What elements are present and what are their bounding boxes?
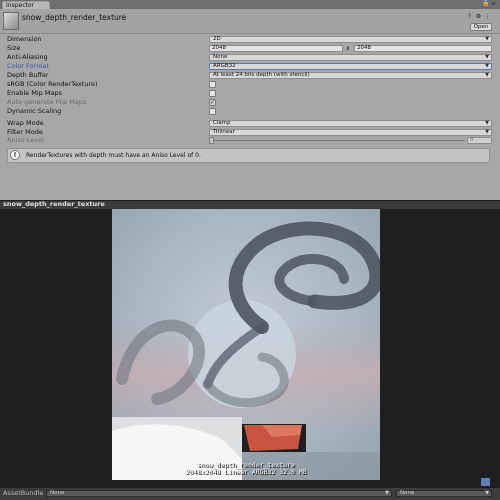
dynamic-scaling-checkbox[interactable] xyxy=(209,108,216,115)
dimension-label: Dimension xyxy=(7,35,42,43)
dropdown-arrow-icon: ▼ xyxy=(485,36,489,42)
dropdown-arrow-icon: ▼ xyxy=(485,72,489,78)
wrap-mode-value: Clamp xyxy=(213,120,231,126)
settings-icon[interactable]: ⚙ xyxy=(475,13,482,20)
aniso-level-slider-handle[interactable] xyxy=(209,137,214,144)
color-format-value: ARGB32 xyxy=(213,63,236,69)
preview-settings-icon[interactable] xyxy=(481,478,490,486)
depth-buffer-value: At least 24 bits depth (with stencil) xyxy=(213,72,310,78)
anti-aliasing-value: None xyxy=(213,54,228,60)
auto-generate-mip-maps-checkbox[interactable]: ✓ xyxy=(209,99,216,106)
menu-icon[interactable]: ≡ xyxy=(491,1,498,7)
help-icon[interactable]: ? xyxy=(466,13,473,20)
aniso-level-label: Aniso Level xyxy=(7,136,44,144)
texture-image xyxy=(112,209,380,480)
depth-buffer-dropdown[interactable]: At least 24 bits depth (with stencil) ▼ xyxy=(209,72,492,79)
size-height-field[interactable]: 2048 xyxy=(354,45,492,52)
texture-caption: snow_depth_render_texture 2048x2048 Line… xyxy=(112,462,380,476)
wrap-mode-label: Wrap Mode xyxy=(7,119,44,127)
tab-strip xyxy=(0,0,500,9)
info-icon: ! xyxy=(10,150,20,160)
wrap-mode-dropdown[interactable]: Clamp ▼ xyxy=(209,120,492,127)
asset-bundle-label: AssetBundle xyxy=(3,489,44,497)
tab-inspector[interactable]: Inspector xyxy=(2,1,50,9)
asset-bundle-dropdown[interactable]: None ▼ xyxy=(46,490,392,497)
dynamic-scaling-label: Dynamic Scaling xyxy=(7,107,62,115)
help-message: RenderTextures with depth must have an A… xyxy=(26,152,201,159)
dropdown-arrow-icon: ▼ xyxy=(385,490,389,496)
menu-icon[interactable]: ⋮ xyxy=(484,13,491,20)
color-format-label: Color Format xyxy=(7,62,49,70)
enable-mip-maps-checkbox[interactable] xyxy=(209,90,216,97)
aniso-level-field[interactable]: 0 xyxy=(467,137,492,144)
size-label: Size xyxy=(7,44,21,52)
texture-caption-info: 2048x2048 Linear ARGB32 32.0 MB xyxy=(185,468,307,476)
aniso-level-slider-track[interactable] xyxy=(209,140,465,141)
anti-aliasing-label: Anti-Aliasing xyxy=(7,53,48,61)
size-separator: x xyxy=(346,45,350,52)
asset-title: snow_depth_render_texture xyxy=(22,13,127,22)
color-format-dropdown[interactable]: ARGB32 ▼ xyxy=(209,63,492,70)
open-button[interactable]: Open xyxy=(470,23,492,31)
asset-bundle-value: None xyxy=(50,490,65,496)
auto-generate-mip-maps-label: Auto generate Mip Maps xyxy=(7,98,87,106)
asset-bundle-variant-value: None xyxy=(400,490,415,496)
filter-mode-dropdown[interactable]: Trilinear ▼ xyxy=(209,129,492,136)
dropdown-arrow-icon: ▼ xyxy=(485,63,489,69)
filter-mode-value: Trilinear xyxy=(213,129,235,135)
dropdown-arrow-icon: ▼ xyxy=(485,54,489,60)
render-texture-icon xyxy=(3,12,19,30)
asset-bundle-variant-dropdown[interactable]: None ▼ xyxy=(396,490,492,497)
dropdown-arrow-icon: ▼ xyxy=(485,490,489,496)
dimension-dropdown[interactable]: 2D ▼ xyxy=(209,36,492,43)
filter-mode-label: Filter Mode xyxy=(7,128,43,136)
texture-preview xyxy=(112,209,380,480)
anti-aliasing-dropdown[interactable]: None ▼ xyxy=(209,54,492,61)
preview-title: snow_depth_render_texture xyxy=(3,200,105,208)
depth-buffer-label: Depth Buffer xyxy=(7,71,49,79)
size-width-field[interactable]: 2048 xyxy=(209,45,343,52)
srgb-checkbox[interactable] xyxy=(209,81,216,88)
srgb-label: sRGB (Color RenderTexture) xyxy=(7,80,98,88)
dropdown-arrow-icon: ▼ xyxy=(485,129,489,135)
dimension-value: 2D xyxy=(213,36,221,42)
lock-icon[interactable]: 🔒 xyxy=(482,1,489,7)
enable-mip-maps-label: Enable Mip Maps xyxy=(7,89,62,97)
dropdown-arrow-icon: ▼ xyxy=(485,120,489,126)
